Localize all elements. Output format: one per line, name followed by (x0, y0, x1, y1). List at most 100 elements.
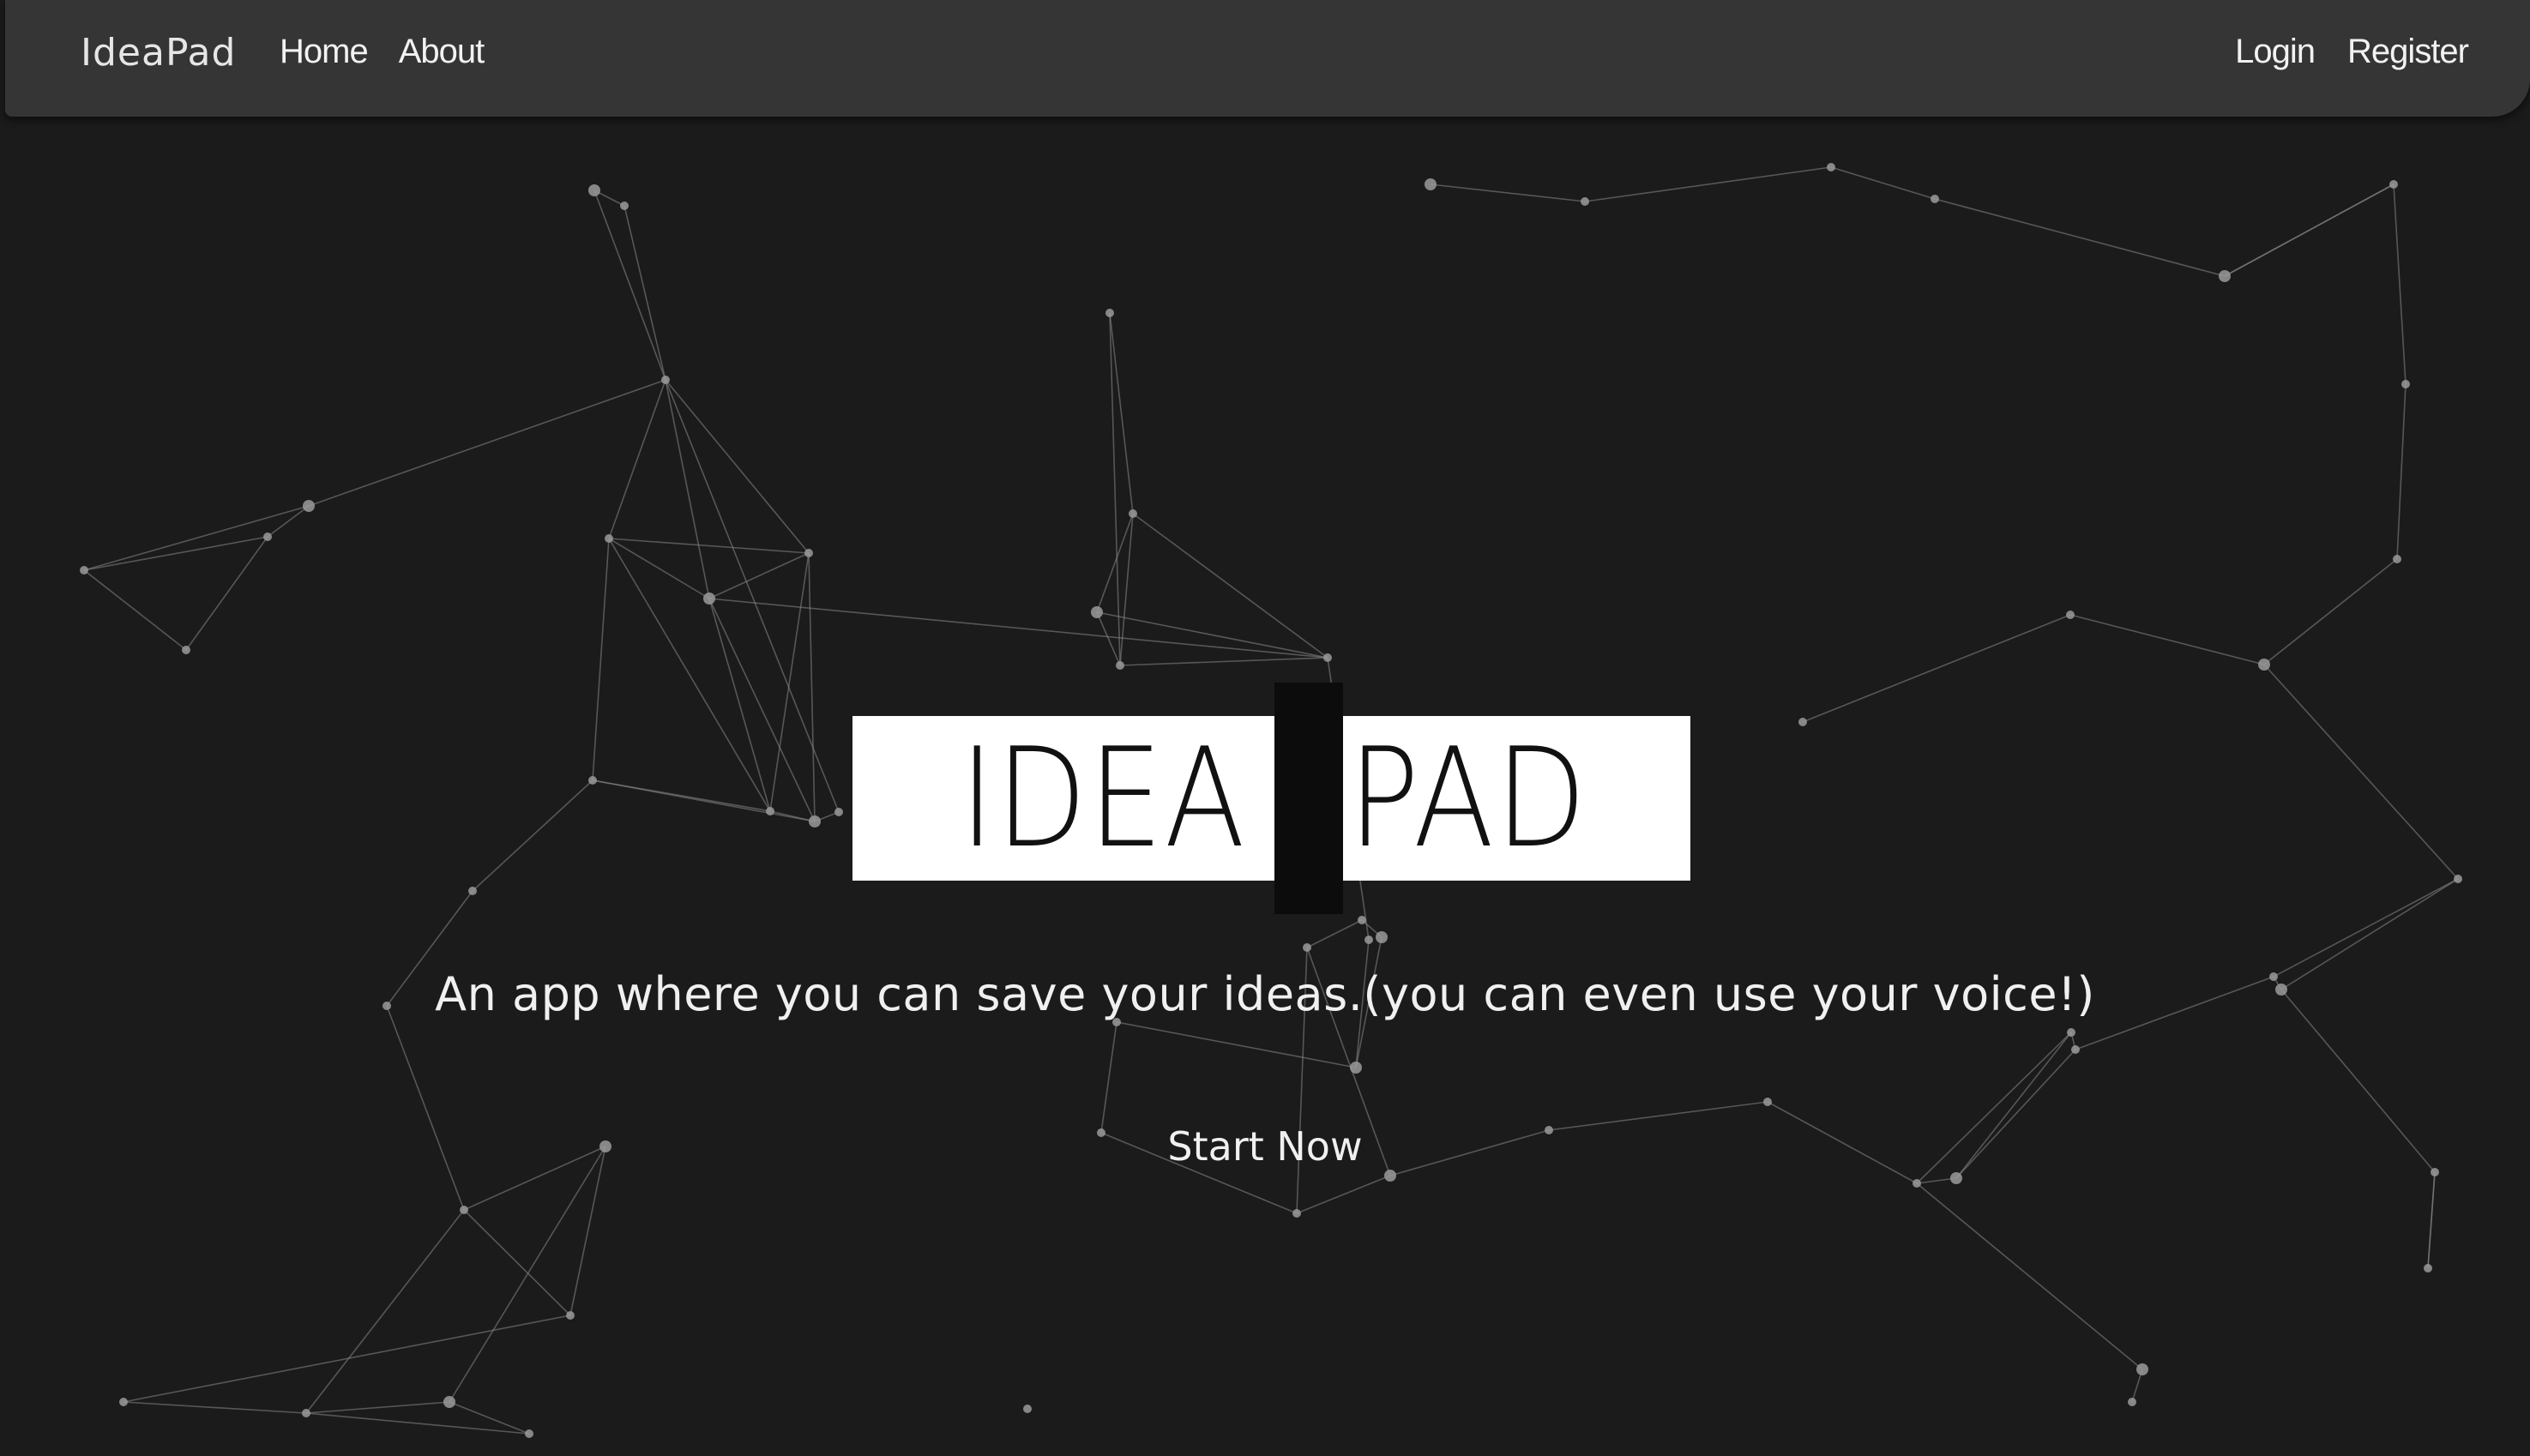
particle-dot (1425, 178, 1437, 190)
particle-link (569, 1146, 606, 1316)
particle-link (449, 1146, 606, 1403)
particle-link (1934, 198, 2226, 277)
particle-link (83, 569, 187, 651)
particle-link (623, 205, 666, 381)
particle-link (1296, 1175, 1391, 1214)
particle-link (1306, 919, 1363, 948)
particle-link (1096, 611, 1328, 659)
particle-link (123, 1401, 307, 1414)
particle-dot (2071, 1045, 2080, 1054)
particle-link (708, 598, 816, 822)
particle-dot (2424, 1264, 2432, 1272)
particle-dot (2454, 875, 2462, 883)
particle-dot (1105, 309, 1114, 317)
particle-link (2273, 878, 2459, 978)
particle-dot (620, 202, 629, 210)
particle-dot (1376, 931, 1388, 943)
particle-dot (1350, 1062, 1362, 1074)
particle-dot (119, 1398, 128, 1406)
particle-link (2263, 558, 2398, 665)
particle-dot (2389, 180, 2398, 189)
particle-link (2069, 614, 2265, 665)
particle-dot (766, 807, 774, 815)
particle-dot (1827, 163, 1835, 171)
nav-about-link[interactable]: About (399, 33, 485, 71)
particle-dot (1358, 916, 1366, 924)
particle-dot (2066, 611, 2075, 619)
hero-title-pad: PAD (1348, 718, 1588, 878)
particle-dot (588, 184, 600, 196)
particle-dot (804, 549, 813, 557)
particle-dot (1384, 1170, 1396, 1182)
particle-dot (182, 646, 190, 654)
particle-link (1830, 166, 1936, 200)
particle-dot (443, 1396, 455, 1408)
particle-link (305, 1401, 450, 1414)
particle-link (592, 779, 816, 822)
particle-link (665, 379, 710, 599)
particle-dot (1129, 509, 1137, 518)
particle-link (592, 538, 610, 781)
hero-title-box: IDEA PAD (852, 716, 1690, 881)
particle-dot (2128, 1398, 2136, 1406)
particle-dot (605, 534, 613, 543)
particle-dot (1303, 943, 1311, 952)
particle-link (608, 538, 710, 599)
particle-link (83, 505, 310, 571)
particle-dot (525, 1429, 533, 1438)
particle-link (808, 552, 816, 822)
particle-dot (1292, 1209, 1301, 1218)
particle-dot (1323, 653, 1332, 662)
particle-link (708, 552, 810, 599)
hero-tagline: An app where you can save your ideas.(yo… (435, 967, 2095, 1021)
particle-link (2396, 383, 2407, 560)
particle-link (1802, 614, 2071, 723)
nav-login-link[interactable]: Login (2235, 33, 2316, 71)
particle-dot (2401, 380, 2410, 388)
title-divider-bar (1274, 683, 1343, 914)
particle-link (449, 1401, 530, 1435)
particle-link (123, 1315, 571, 1403)
start-now-button[interactable]: Start Now (1167, 1123, 1362, 1170)
particle-link (1096, 513, 1134, 613)
particle-link (386, 1005, 465, 1211)
particle-link (463, 1209, 571, 1316)
particle-dot (566, 1311, 575, 1320)
particle-link (472, 779, 593, 892)
particle-link (267, 505, 310, 538)
particle-link (1116, 1021, 1357, 1068)
particle-dot (661, 376, 670, 384)
particle-dot (703, 593, 715, 605)
particle-dot (80, 566, 88, 575)
particle-link (1100, 1021, 1117, 1134)
start-now-container: Start Now (0, 1123, 2530, 1170)
particle-link (185, 536, 268, 651)
particle-dot (468, 887, 477, 895)
particle-dot (2393, 555, 2401, 563)
particle-dot (588, 776, 597, 785)
nav-register-link[interactable]: Register (2347, 33, 2469, 71)
nav-home-link[interactable]: Home (280, 33, 369, 71)
particle-link (1916, 1182, 2143, 1370)
particle-dot (1763, 1098, 1772, 1106)
particle-dot (1364, 936, 1373, 944)
particle-dot (1931, 195, 1939, 203)
particle-link (1584, 166, 1832, 202)
particle-link (593, 190, 666, 381)
particle-link (2393, 184, 2407, 385)
particle-dot (1091, 606, 1103, 618)
particle-dot (1023, 1405, 1032, 1413)
nav-right-group: Login Register (2235, 33, 2469, 71)
particle-dot (809, 815, 821, 827)
particle-dot (1581, 197, 1589, 206)
particle-dot (2219, 270, 2231, 282)
particle-link (608, 538, 810, 554)
particle-dot (460, 1206, 468, 1214)
particle-dot (303, 500, 315, 512)
particle-link (665, 379, 810, 554)
brand-logo[interactable]: IdeaPad (81, 31, 236, 75)
particle-dot (2067, 1028, 2075, 1037)
particle-link (1109, 312, 1121, 666)
particle-link (305, 1412, 530, 1435)
particle-link (1119, 657, 1328, 666)
